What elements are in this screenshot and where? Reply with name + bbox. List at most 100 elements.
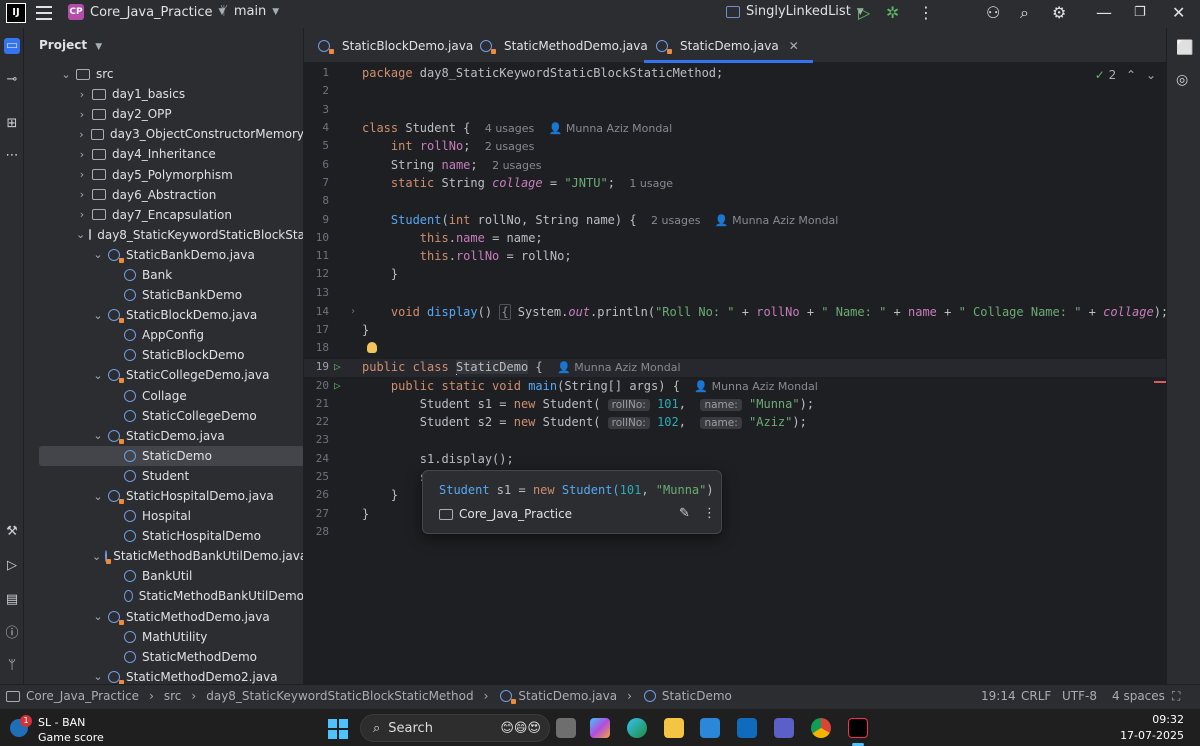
tree-item[interactable]: ⌄ StaticDemo.java bbox=[24, 426, 303, 446]
tree-item[interactable]: ⌄ day8_StaticKeywordStaticBlockStaticMeth… bbox=[24, 225, 303, 245]
caret-position[interactable]: 19:14 bbox=[981, 689, 1016, 703]
tree-item[interactable]: Bank bbox=[24, 265, 303, 285]
run-gutter-icon[interactable]: ▷ bbox=[334, 379, 341, 392]
tree-item[interactable]: › day5_Polymorphism bbox=[24, 164, 303, 184]
chevron-right-icon[interactable]: › bbox=[76, 108, 88, 121]
chevron-down-icon[interactable]: ⌄ bbox=[92, 248, 104, 261]
usage-popup[interactable]: Student s1 = new Student(101, "Munna") C… bbox=[422, 470, 722, 534]
run-gutter-icon[interactable]: ▷ bbox=[334, 360, 341, 373]
search-icon[interactable]: ⌕ bbox=[1020, 3, 1029, 23]
more-tools-icon[interactable]: ⋯ bbox=[4, 148, 20, 164]
chevron-right-icon[interactable]: › bbox=[76, 168, 88, 181]
tree-item[interactable]: › day6_Abstraction bbox=[24, 185, 303, 205]
file-explorer-icon[interactable] bbox=[664, 718, 684, 738]
tab-static-demo[interactable]: StaticDemo.java ✕ bbox=[644, 28, 813, 63]
tree-item[interactable]: StaticMethodDemo bbox=[24, 647, 303, 667]
tree-item[interactable]: › day4_Inheritance bbox=[24, 144, 303, 164]
indent-setting[interactable]: 4 spaces bbox=[1112, 689, 1165, 703]
branch-selector[interactable]: ᛘ main ▼ bbox=[220, 4, 279, 19]
taskbar-search[interactable]: ⌕ Search 😊😄😍 bbox=[360, 714, 550, 742]
tree-item[interactable]: BankUtil bbox=[24, 566, 303, 586]
ai-assistant-icon[interactable]: ◎ bbox=[1176, 72, 1188, 88]
chevron-down-icon[interactable]: ⌄ bbox=[92, 490, 104, 503]
copilot-icon[interactable] bbox=[590, 718, 610, 738]
tree-item[interactable]: Hospital bbox=[24, 506, 303, 526]
chevron-down-icon[interactable]: ⌄ bbox=[60, 68, 72, 81]
code-editor[interactable]: ✓ 2 ⌃ ⌄ 1 2 3 4 5 6 7 8 9 10 11 12 13 14 17 18 19 20 21 22 2… bbox=[304, 63, 1187, 684]
clock-time[interactable]: 09:32 bbox=[1152, 713, 1184, 726]
tree-item[interactable]: ⌄ StaticBankDemo.java bbox=[24, 245, 303, 265]
chevron-down-icon[interactable]: ⌄ bbox=[76, 228, 85, 241]
lock-icon[interactable]: ⛶ bbox=[1172, 689, 1180, 704]
chevron-up-icon[interactable]: ⌃ bbox=[1126, 68, 1136, 82]
tab-static-block-demo[interactable]: StaticBlockDemo.java bbox=[314, 28, 473, 63]
build-tool-icon[interactable]: ⚒ bbox=[4, 524, 20, 540]
tree-item[interactable]: › day7_Encapsulation bbox=[24, 205, 303, 225]
settings-icon[interactable]: ⚙ bbox=[1052, 3, 1066, 22]
chevron-down-icon[interactable]: ⌄ bbox=[1146, 68, 1156, 82]
tree-item[interactable]: ⌄ StaticMethodDemo.java bbox=[24, 607, 303, 627]
project-selector[interactable]: CP Core_Java_Practice ▼ bbox=[68, 4, 225, 20]
chevron-down-icon[interactable]: ⌄ bbox=[92, 309, 104, 322]
chevron-down-icon[interactable]: ⌄ bbox=[92, 550, 101, 563]
tree-item[interactable]: MathUtility bbox=[24, 627, 303, 647]
edge-icon[interactable] bbox=[627, 718, 647, 738]
run-tool-icon[interactable]: ▷ bbox=[4, 558, 20, 574]
chevron-down-icon[interactable]: ⌄ bbox=[92, 610, 104, 623]
teams-icon[interactable] bbox=[774, 718, 794, 738]
commit-tool-icon[interactable]: ⊸ bbox=[4, 72, 20, 88]
lightbulb-icon[interactable] bbox=[367, 342, 377, 353]
project-panel-header[interactable]: Project ▼ bbox=[39, 38, 102, 52]
minimize-icon[interactable]: — bbox=[1096, 3, 1112, 22]
start-button[interactable] bbox=[328, 719, 348, 739]
tree-item[interactable]: StaticMethodBankUtilDemo bbox=[24, 586, 303, 606]
chevron-right-icon[interactable]: › bbox=[76, 188, 88, 201]
inspection-widget[interactable]: ✓ 2 ⌃ ⌄ bbox=[1095, 68, 1156, 82]
tree-item[interactable]: › day1_basics bbox=[24, 84, 303, 104]
chrome-icon[interactable] bbox=[811, 718, 831, 738]
run-config-selector[interactable]: SinglyLinkedList ▼ bbox=[726, 4, 864, 19]
git-tool-icon[interactable]: ᛘ bbox=[4, 658, 20, 674]
file-encoding[interactable]: UTF-8 bbox=[1062, 689, 1097, 703]
breadcrumb-item[interactable]: StaticDemo.java bbox=[518, 689, 617, 703]
tree-item[interactable]: ⌄ StaticMethodDemo2.java bbox=[24, 667, 303, 684]
main-menu-icon[interactable] bbox=[36, 6, 52, 20]
outlook-icon[interactable] bbox=[737, 718, 757, 738]
store-icon[interactable] bbox=[700, 718, 720, 738]
chevron-right-icon[interactable]: › bbox=[76, 208, 88, 221]
tree-item[interactable]: Student bbox=[24, 466, 303, 486]
tree-item[interactable]: › day2_OPP bbox=[24, 104, 303, 124]
tree-item[interactable]: ⌄ src bbox=[24, 64, 303, 84]
breadcrumb-item[interactable]: StaticDemo bbox=[662, 689, 732, 703]
tree-item[interactable]: AppConfig bbox=[24, 325, 303, 345]
chevron-right-icon[interactable]: › bbox=[76, 88, 88, 101]
fold-marker-icon[interactable]: › bbox=[350, 306, 356, 317]
problems-tool-icon[interactable]: ⓘ bbox=[4, 626, 20, 642]
clock-date[interactable]: 17-07-2025 bbox=[1120, 729, 1184, 742]
add-user-icon[interactable]: ⚇ bbox=[986, 3, 1000, 22]
tree-item[interactable]: ⌄ StaticBlockDemo.java bbox=[24, 305, 303, 325]
terminal-tool-icon[interactable]: ▤ bbox=[4, 592, 20, 608]
intellij-logo[interactable]: IJ bbox=[6, 3, 26, 23]
tree-item[interactable]: StaticBlockDemo bbox=[24, 345, 303, 365]
notifications-icon[interactable]: ⬜ bbox=[1176, 40, 1193, 56]
tree-item[interactable]: ⌄ StaticCollegeDemo.java bbox=[24, 365, 303, 385]
maximize-icon[interactable]: ❐ bbox=[1134, 5, 1146, 20]
line-separator[interactable]: CRLF bbox=[1021, 689, 1051, 703]
tree-item[interactable]: StaticDemo bbox=[39, 445, 303, 466]
error-stripe-marker[interactable] bbox=[1154, 381, 1166, 383]
close-window-icon[interactable]: ✕ bbox=[1172, 3, 1185, 22]
tree-item[interactable]: StaticBankDemo bbox=[24, 285, 303, 305]
run-icon[interactable]: ▷ bbox=[858, 3, 870, 22]
intellij-taskbar-icon[interactable] bbox=[848, 718, 868, 738]
chevron-down-icon[interactable]: ⌄ bbox=[92, 670, 104, 683]
task-view-icon[interactable] bbox=[556, 718, 576, 738]
more-actions-icon[interactable]: ⋮ bbox=[918, 3, 934, 22]
debug-icon[interactable]: ✲ bbox=[886, 3, 899, 22]
breadcrumb-item[interactable]: day8_StaticKeywordStaticBlockStaticMetho… bbox=[206, 689, 473, 703]
close-icon[interactable]: ✕ bbox=[789, 39, 799, 53]
edit-icon[interactable]: ✎ bbox=[679, 506, 690, 521]
popup-project[interactable]: Core_Java_Practice bbox=[439, 507, 572, 521]
tree-item[interactable]: Collage bbox=[24, 386, 303, 406]
chevron-right-icon[interactable]: › bbox=[76, 148, 88, 161]
